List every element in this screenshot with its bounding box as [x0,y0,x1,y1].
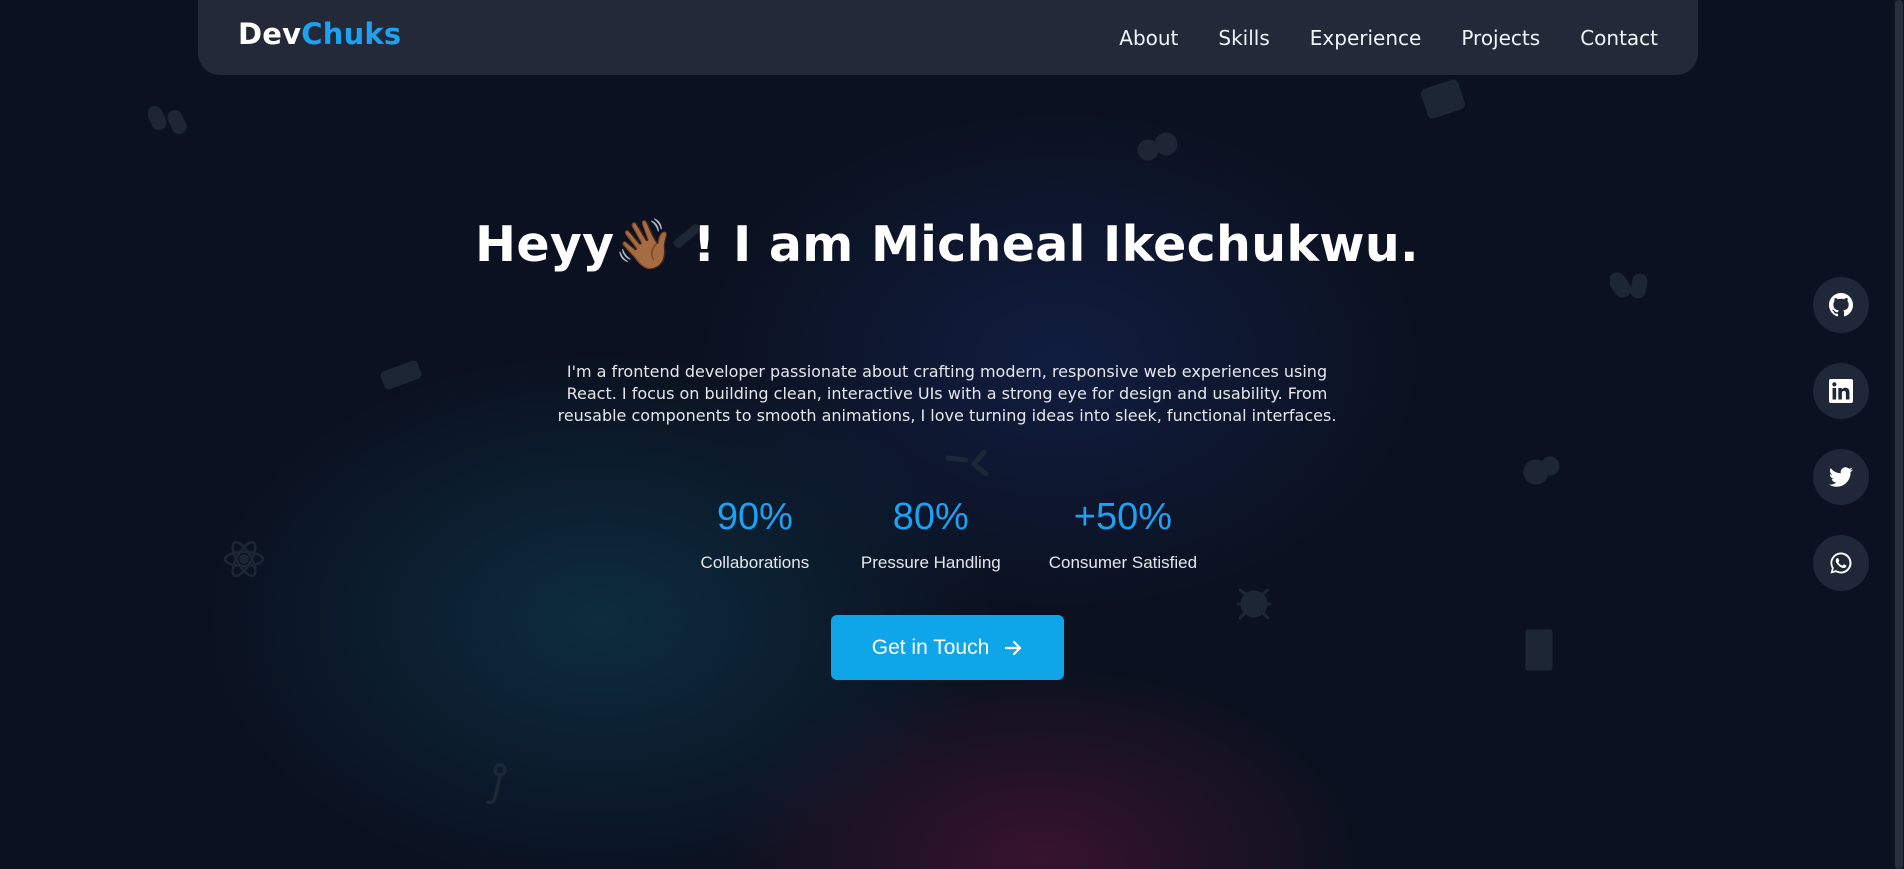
hero-title-greeting: Heyy [475,216,615,273]
twitter-button[interactable] [1813,449,1869,505]
hook-icon [482,762,512,810]
waving-hand-icon: 👋🏾 [614,216,676,273]
hero-title: Heyy👋🏾 ! I am Micheal Ikechukwu. [0,216,1894,273]
stat-collaborations: 90% Collaborations [697,493,813,573]
social-links [1813,277,1869,621]
medical-kit-icon [1420,76,1468,120]
page: DevChuks About Skills Experience Project… [0,0,1904,869]
scrollbar-thumb[interactable] [1895,0,1903,869]
stat-label: Pressure Handling [860,553,1001,572]
get-in-touch-button[interactable]: Get in Touch [831,615,1064,680]
stat-label: Collaborations [700,553,810,572]
stat-value: +50% [1073,496,1173,538]
linkedin-button[interactable] [1813,363,1869,419]
github-button[interactable] [1813,277,1869,333]
document-icon [1522,628,1556,672]
get-in-touch-label: Get in Touch [871,635,990,659]
stat-value: 80% [892,496,969,538]
github-icon [1829,293,1853,317]
logo-accent: Chuks [301,17,402,51]
navbar: DevChuks About Skills Experience Project… [198,0,1698,75]
stat-consumer-satisfied: +50% Consumer Satisfied [1049,493,1197,573]
nav-link-about[interactable]: About [1099,26,1198,50]
whatsapp-icon [1829,551,1853,575]
stat-value: 90% [716,496,793,538]
linkedin-icon [1829,379,1853,403]
scrollbar[interactable] [1894,0,1904,869]
bug-icon [1232,580,1276,624]
stat-label: Consumer Satisfied [1048,553,1198,572]
twitter-icon [1829,465,1853,489]
nav-link-projects[interactable]: Projects [1441,26,1560,50]
nav-links: About Skills Experience Projects Contact [1099,0,1678,75]
bandage-icon [378,358,426,394]
whatsapp-button[interactable] [1813,535,1869,591]
nav-link-contact[interactable]: Contact [1560,26,1678,50]
logo-prefix: Dev [238,17,302,51]
arrow-right-icon [1003,638,1023,658]
logo[interactable]: DevChuks [238,17,401,51]
stethoscope-icon [1520,448,1564,488]
stat-pressure-handling: 80% Pressure Handling [861,493,1001,573]
capsules-icon [1610,268,1654,304]
stats: 90% Collaborations 80% Pressure Handling… [0,493,1894,573]
gears-icon [1136,130,1180,166]
nav-link-experience[interactable]: Experience [1290,26,1442,50]
nav-link-skills[interactable]: Skills [1198,26,1289,50]
hero-description: I'm a frontend developer passionate abou… [557,362,1337,425]
pills-icon [148,100,192,140]
hero-title-name: ! I am Micheal Ikechukwu. [693,216,1419,273]
code-icon [944,448,994,482]
